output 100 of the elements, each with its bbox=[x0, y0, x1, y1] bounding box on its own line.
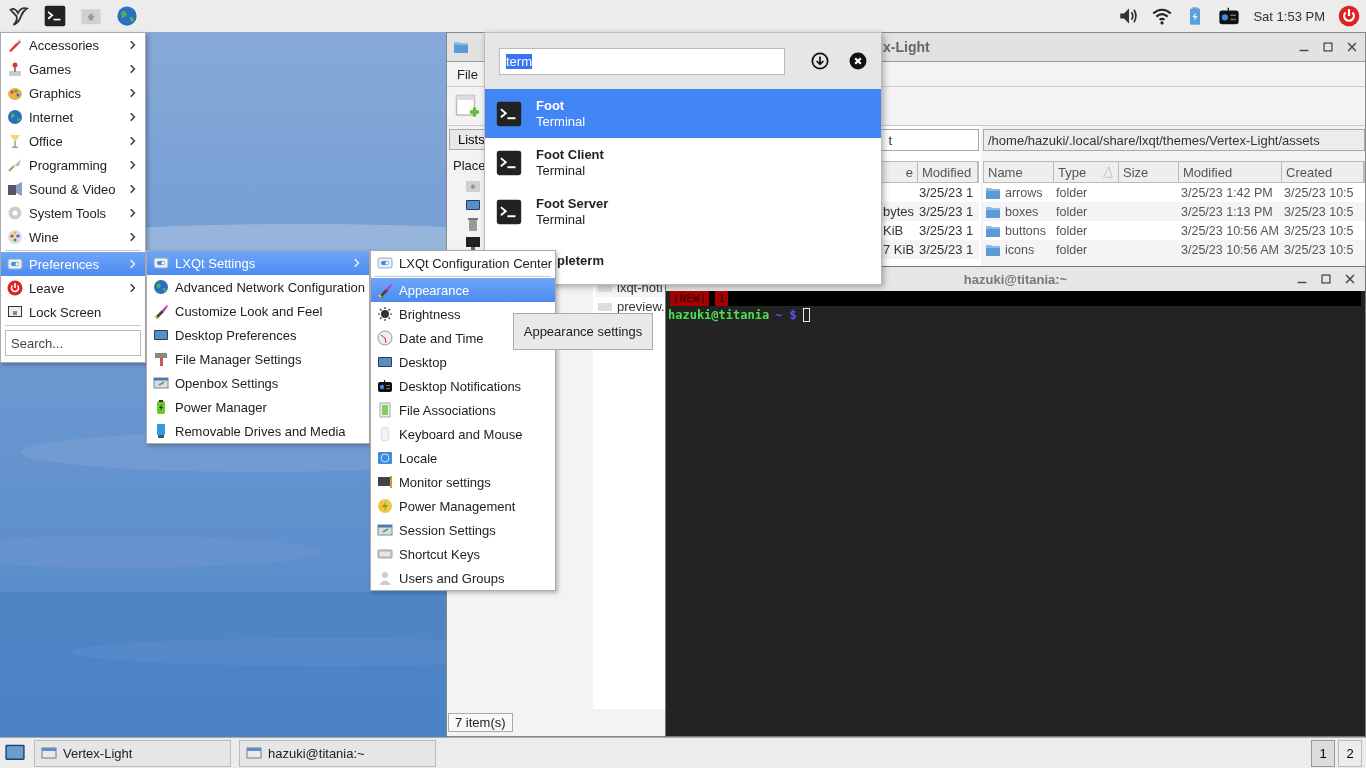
menu-item[interactable]: Keyboard and Mouse bbox=[371, 422, 555, 446]
computer-icon[interactable] bbox=[465, 235, 481, 251]
window-title: hazuki@titania:~ bbox=[963, 271, 1068, 287]
dots-icon bbox=[7, 229, 23, 245]
globe-icon[interactable] bbox=[116, 5, 138, 27]
terminal-icon[interactable] bbox=[44, 5, 66, 27]
table-cell-text: folder bbox=[1055, 185, 1089, 200]
taskbar-button[interactable]: Vertex-Light bbox=[34, 739, 231, 767]
table-cell: 3/25/23 1 bbox=[919, 204, 974, 219]
maximize-icon[interactable] bbox=[1319, 272, 1333, 286]
table-cell: 3/25/23 1 bbox=[919, 223, 974, 238]
radio-icon bbox=[377, 378, 393, 394]
column-header[interactable]: Created bbox=[1286, 164, 1333, 180]
menu-item[interactable]: Leave bbox=[1, 276, 145, 300]
menu-item[interactable]: Wine bbox=[1, 225, 145, 249]
desktop-button[interactable]: 2 bbox=[1338, 739, 1362, 767]
download-icon[interactable] bbox=[811, 52, 829, 70]
table-cell: 3/25/23 1 bbox=[919, 242, 974, 257]
menu-item[interactable]: Removable Drives and Media bbox=[147, 419, 369, 443]
brush-icon bbox=[377, 282, 393, 298]
globe-icon bbox=[7, 109, 23, 125]
menu-item[interactable]: LXQt Configuration Center bbox=[371, 251, 555, 275]
trash-icon[interactable] bbox=[465, 216, 481, 232]
table-cell-text: 3/25/23 10:56 AM bbox=[1180, 242, 1280, 257]
result-item[interactable]: Foot Server Terminal bbox=[485, 187, 881, 236]
desktop-icon[interactable] bbox=[465, 197, 481, 213]
monitor-icon bbox=[377, 474, 393, 490]
terminal-icon bbox=[496, 149, 522, 176]
table-cell: 7 KiB bbox=[883, 242, 915, 257]
terminal-icon bbox=[496, 198, 522, 225]
table-cell-text: 3/25/23 1:42 PM bbox=[1180, 185, 1274, 200]
close-icon[interactable] bbox=[1345, 40, 1359, 54]
menu-item[interactable]: File Associations bbox=[371, 398, 555, 422]
maximize-icon[interactable] bbox=[1321, 40, 1335, 54]
volume-icon[interactable] bbox=[1119, 6, 1140, 26]
column-header[interactable]: Name bbox=[988, 164, 1023, 180]
knife-icon bbox=[7, 37, 23, 53]
menu-item[interactable]: Session Settings bbox=[371, 518, 555, 542]
file-name[interactable]: buttons bbox=[1005, 223, 1046, 238]
menu-item[interactable]: Accessories bbox=[1, 33, 145, 57]
table-cell-text: 3/25/23 10:5 bbox=[1283, 242, 1355, 257]
table-cell-text: 3/25/23 1:13 PM bbox=[1180, 204, 1274, 219]
brush-icon bbox=[153, 303, 169, 319]
menu-item[interactable]: Lock Screen bbox=[1, 300, 145, 324]
close-icon[interactable] bbox=[1343, 272, 1357, 286]
menu-item[interactable]: Locale bbox=[371, 446, 555, 470]
menu-item[interactable]: Desktop Preferences bbox=[147, 323, 369, 347]
menu-item[interactable]: Power Manager bbox=[147, 395, 369, 419]
wifi-icon[interactable] bbox=[1152, 6, 1173, 26]
mouse-icon bbox=[377, 426, 393, 442]
lightning-icon bbox=[377, 498, 393, 514]
notification-icon[interactable] bbox=[1218, 5, 1241, 27]
menu-item[interactable]: File Manager Settings bbox=[147, 347, 369, 371]
file-name[interactable]: icons bbox=[1005, 242, 1035, 257]
column-header[interactable]: Type bbox=[1058, 164, 1087, 180]
menu-item[interactable]: Programming bbox=[1, 153, 145, 177]
window-icon bbox=[377, 522, 393, 538]
menu-item[interactable]: Customize Look and Feel bbox=[147, 299, 369, 323]
menu-item[interactable]: Games bbox=[1, 57, 145, 81]
menu-item[interactable]: File bbox=[457, 66, 478, 82]
window-title: x-Light bbox=[883, 39, 930, 55]
menu-item[interactable]: Desktop Notifications bbox=[371, 374, 555, 398]
table-cell-text: folder bbox=[1055, 223, 1089, 238]
sun-icon bbox=[377, 306, 393, 322]
menu-item[interactable]: Monitor settings bbox=[371, 470, 555, 494]
column-header[interactable]: Modified bbox=[918, 162, 978, 182]
file-name[interactable]: arrows bbox=[1005, 185, 1043, 200]
path-field[interactable]: /home/hazuki/.local/share/lxqt/themes/Vertex-Light/assets bbox=[983, 129, 1365, 151]
file-name[interactable]: preview. bbox=[617, 299, 665, 314]
table-cell-text: 3/25/23 10:56 AM bbox=[1180, 223, 1280, 238]
menu-item[interactable]: Office bbox=[1, 129, 145, 153]
power-icon[interactable] bbox=[1338, 5, 1360, 27]
result-item[interactable]: Foot Terminal bbox=[485, 89, 881, 138]
search-field[interactable]: term bbox=[499, 47, 785, 75]
column-header[interactable]: Size bbox=[1123, 164, 1149, 180]
menu-item[interactable]: Power Management bbox=[371, 494, 555, 518]
clock-icon bbox=[377, 330, 393, 346]
close-icon[interactable] bbox=[849, 52, 867, 70]
menu-item[interactable]: Users and Groups bbox=[371, 566, 555, 590]
menu-item[interactable]: Internet bbox=[1, 105, 145, 129]
glass-icon bbox=[7, 133, 23, 149]
power-icon bbox=[7, 280, 23, 296]
clock[interactable]: Sat 1:53 PM bbox=[1253, 8, 1325, 24]
column-header[interactable]: Modified bbox=[1183, 164, 1233, 180]
file-name[interactable]: boxes bbox=[1005, 204, 1039, 219]
menu-item[interactable]: Desktop bbox=[371, 350, 555, 374]
menu-item[interactable]: System Tools bbox=[1, 201, 145, 225]
menu-item[interactable]: Graphics bbox=[1, 81, 145, 105]
window-icon bbox=[153, 375, 169, 391]
menu-item[interactable]: Advanced Network Configuration bbox=[147, 275, 369, 299]
menu-item[interactable]: Openbox Settings bbox=[147, 371, 369, 395]
menu-item[interactable]: Sound & Video bbox=[1, 177, 145, 201]
taskbar-button[interactable]: hazuki@titania:~ bbox=[239, 739, 436, 767]
appearance-tooltip: Appearance settings bbox=[513, 313, 653, 350]
search-field[interactable]: Search... bbox=[5, 330, 141, 356]
desktop-button[interactable]: 1 bbox=[1311, 739, 1335, 767]
table-cell-text: 3/25/23 10:5 bbox=[1283, 223, 1355, 238]
menu-item[interactable]: Shortcut Keys bbox=[371, 542, 555, 566]
text-cursor bbox=[802, 308, 810, 322]
prompt-user: hazuki@titania bbox=[668, 308, 770, 322]
